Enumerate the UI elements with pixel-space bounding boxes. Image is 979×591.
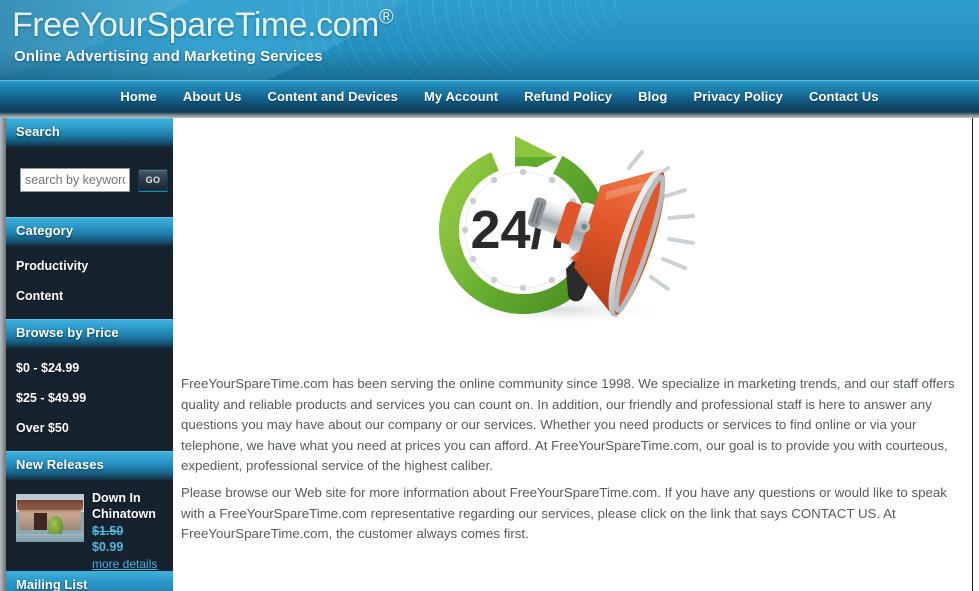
intro-paragraph: FreeYourSpareTime.com has been serving t…: [181, 376, 955, 473]
nav-item-about-us[interactable]: About Us: [183, 89, 242, 104]
sidebar-section-header-browse-by-price: Browse by Price: [6, 319, 173, 348]
product-info: Down In Chinatown $1.50 $0.99 more detai…: [92, 490, 172, 571]
site-title-text: FreeYourSpareTime.com: [12, 6, 379, 44]
sidebar-section-header-search: Search: [6, 118, 173, 147]
category-link-content[interactable]: Content: [6, 289, 173, 303]
main-navigation: Home About Us Content and Devices My Accoun…: [0, 80, 979, 112]
nav-item-privacy-policy[interactable]: Privacy Policy: [693, 89, 783, 104]
nav-item-home[interactable]: Home: [120, 89, 157, 104]
category-heading: Category: [16, 223, 74, 238]
hero-banner: 24/7: [173, 118, 972, 366]
nav-item-content-and-devices[interactable]: Content and Devices: [267, 89, 397, 104]
product-title-link[interactable]: Down In Chinatown: [92, 490, 172, 522]
new-releases-heading: New Releases: [16, 457, 104, 472]
mailing-list-heading: Mailing List: [16, 577, 88, 591]
nav-item-my-account[interactable]: My Account: [424, 89, 498, 104]
thumbnail-doorway: [33, 513, 48, 530]
browse-by-price-heading: Browse by Price: [16, 325, 119, 340]
nav-item-refund-policy[interactable]: Refund Policy: [524, 89, 612, 104]
search-section-body: GO: [6, 147, 173, 217]
nav-items-container: Home About Us Content and Devices My Accoun…: [0, 80, 979, 112]
site-header: FreeYourSpareTime.com® Online Advertisin…: [0, 0, 979, 80]
search-input[interactable]: [20, 168, 130, 192]
product-new-price: $0.99: [92, 540, 124, 554]
sidebar-section-header-mailing-list: Mailing List: [6, 571, 173, 591]
registered-trademark-icon: ®: [378, 6, 394, 29]
thumbnail-roof: [17, 500, 83, 507]
category-list: Productivity Content: [6, 246, 173, 319]
site-title: FreeYourSpareTime.com®: [12, 6, 394, 45]
site-tagline: Online Advertising and Marketing Service…: [14, 48, 323, 65]
thumbnail-ground: [16, 534, 84, 542]
page-root: FreeYourSpareTime.com® Online Advertisin…: [0, 0, 979, 591]
sidebar: Search GO Category Productivity Content B…: [6, 118, 173, 591]
product-old-price: $1.50: [92, 524, 124, 538]
main-content: 24/7 FreeYourSpareTime.com has been serv…: [173, 118, 973, 591]
search-go-button[interactable]: GO: [138, 169, 168, 191]
nav-item-contact-us[interactable]: Contact Us: [809, 89, 879, 104]
contact-paragraph: Please browse our Web site for more info…: [181, 485, 947, 541]
clock-megaphone-illustration: 24/7: [439, 136, 695, 324]
search-heading: Search: [16, 124, 60, 139]
price-link-over-50[interactable]: Over $50: [6, 421, 173, 435]
price-link-0-24-99[interactable]: $0 - $24.99: [6, 361, 173, 375]
new-releases-body: Down In Chinatown $1.50 $0.99 more detai…: [6, 480, 173, 585]
product-more-details-link[interactable]: more details: [92, 557, 172, 571]
browse-by-price-list: $0 - $24.99 $25 - $49.99 Over $50: [6, 348, 173, 451]
sidebar-section-header-new-releases: New Releases: [6, 451, 173, 480]
sidebar-section-header-category: Category: [6, 217, 173, 246]
category-link-productivity[interactable]: Productivity: [6, 259, 173, 273]
nav-item-blog[interactable]: Blog: [638, 89, 667, 104]
price-link-25-49-99[interactable]: $25 - $49.99: [6, 391, 173, 405]
product-thumbnail[interactable]: [16, 494, 84, 542]
